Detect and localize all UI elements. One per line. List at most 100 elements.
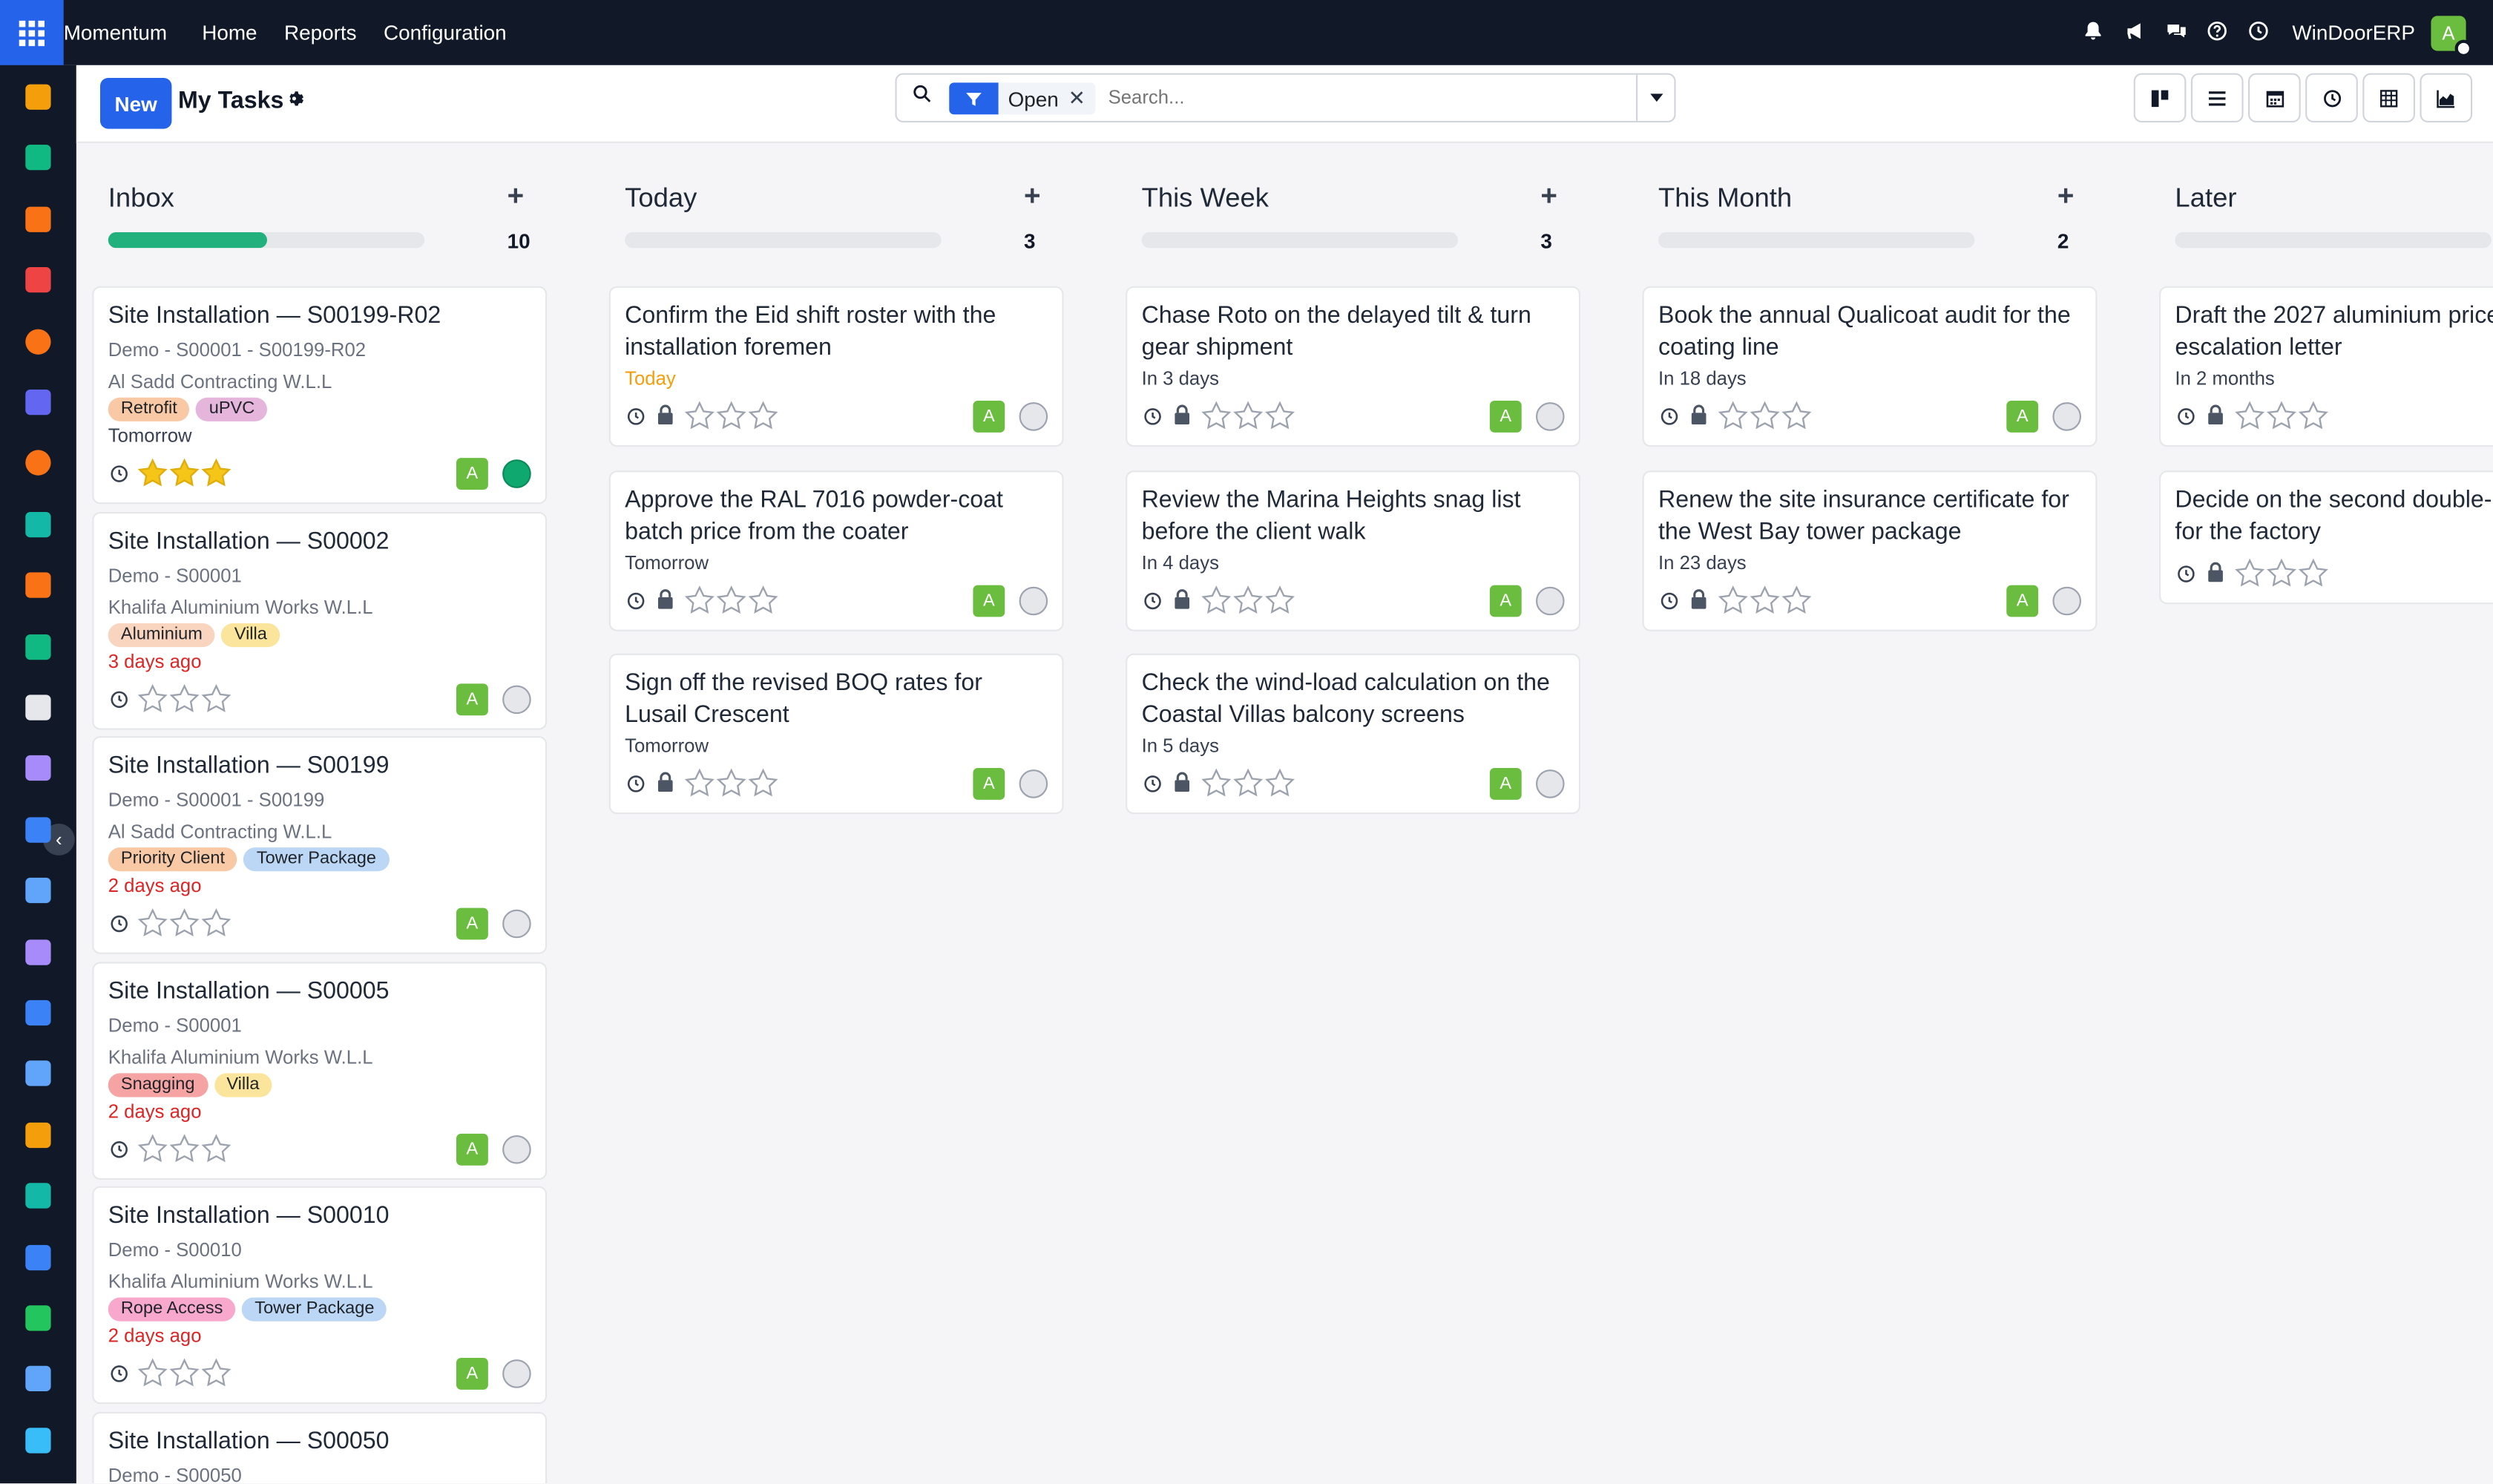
- star-empty-icon[interactable]: [2297, 557, 2329, 586]
- star-empty-icon[interactable]: [1781, 401, 1813, 430]
- add-card-icon[interactable]: +: [1540, 180, 1557, 213]
- clock-icon[interactable]: [1660, 591, 1679, 610]
- state-indicator[interactable]: [2052, 585, 2081, 615]
- kanban-card[interactable]: Sign off the revised BOQ rates for Lusai…: [608, 653, 1064, 815]
- kanban-card[interactable]: Site Installation — S00010 Demo - S00010 K…: [92, 1186, 548, 1405]
- add-card-icon[interactable]: +: [1024, 180, 1041, 213]
- clock-icon[interactable]: [2239, 20, 2280, 45]
- star-empty-icon[interactable]: [2234, 557, 2266, 586]
- chat-icon[interactable]: [2155, 20, 2197, 45]
- state-indicator[interactable]: [1019, 585, 1048, 615]
- crm-app-icon[interactable]: [25, 267, 51, 293]
- search-icon[interactable]: [913, 85, 932, 104]
- company-switcher[interactable]: WinDoorERP: [2292, 21, 2415, 45]
- star-empty-icon[interactable]: [747, 401, 779, 430]
- star-empty-icon[interactable]: [715, 584, 747, 614]
- star-empty-icon[interactable]: [200, 1133, 232, 1162]
- website-app-icon[interactable]: [25, 1427, 51, 1454]
- state-indicator[interactable]: [502, 909, 531, 939]
- clock-icon[interactable]: [110, 1139, 129, 1158]
- column-title[interactable]: This Month: [1658, 183, 1792, 214]
- star-empty-icon[interactable]: [200, 1358, 232, 1387]
- star-empty-icon[interactable]: [1232, 401, 1264, 430]
- graph-view-button[interactable]: [2420, 73, 2473, 122]
- star-empty-icon[interactable]: [683, 401, 715, 430]
- star-empty-icon[interactable]: [200, 683, 232, 712]
- column-title[interactable]: Later: [2175, 183, 2236, 214]
- assignee-avatar[interactable]: A: [2006, 401, 2039, 433]
- new-button[interactable]: New: [100, 78, 172, 129]
- assignee-avatar[interactable]: A: [456, 683, 488, 715]
- star-empty-icon[interactable]: [1200, 768, 1232, 797]
- star-empty-icon[interactable]: [137, 1358, 168, 1387]
- star-empty-icon[interactable]: [1232, 584, 1264, 614]
- manufacturing-app-icon[interactable]: [25, 939, 51, 965]
- clock-icon[interactable]: [1660, 407, 1679, 427]
- kanban-view-button[interactable]: [2133, 73, 2187, 122]
- add-card-icon[interactable]: +: [508, 180, 525, 213]
- helpdesk-app-icon[interactable]: [25, 328, 51, 354]
- assignee-avatar[interactable]: A: [456, 458, 488, 490]
- team-app-icon[interactable]: [25, 1061, 51, 1087]
- clock-icon[interactable]: [626, 591, 646, 610]
- state-indicator[interactable]: [1019, 402, 1048, 431]
- app-switcher-button[interactable]: [0, 0, 64, 65]
- employees-app-icon[interactable]: [25, 634, 51, 660]
- star-empty-icon[interactable]: [2297, 401, 2329, 430]
- star-empty-icon[interactable]: [168, 1133, 200, 1162]
- calendar-app-icon[interactable]: [25, 1122, 51, 1148]
- kanban-card[interactable]: Site Installation — S00199 Demo - S00001 …: [92, 736, 548, 954]
- column-title[interactable]: Today: [625, 183, 697, 214]
- invoicing-app-icon[interactable]: [25, 999, 51, 1026]
- state-indicator[interactable]: [1019, 769, 1048, 798]
- pivot-view-button[interactable]: [2362, 73, 2415, 122]
- star-empty-icon[interactable]: [1749, 584, 1781, 614]
- user-avatar[interactable]: A: [2431, 15, 2473, 57]
- state-indicator[interactable]: [2052, 402, 2081, 431]
- email-marketing-app-icon[interactable]: [25, 390, 51, 416]
- state-indicator[interactable]: [1536, 402, 1565, 431]
- live-chat-app-icon[interactable]: [25, 450, 51, 476]
- knowledge-app-icon[interactable]: [25, 878, 51, 904]
- assignee-avatar[interactable]: A: [2006, 584, 2039, 617]
- clock-icon[interactable]: [110, 689, 129, 709]
- sign-app-icon[interactable]: [25, 511, 51, 537]
- star-empty-icon[interactable]: [683, 768, 715, 797]
- star-empty-icon[interactable]: [137, 908, 168, 937]
- discuss-app-icon[interactable]: [25, 84, 51, 110]
- kanban-card[interactable]: Site Installation — S00199-R02 Demo - S00…: [92, 286, 548, 505]
- spreadsheet-app-icon[interactable]: [25, 1244, 51, 1270]
- star-empty-icon[interactable]: [137, 683, 168, 712]
- clock-icon[interactable]: [1143, 591, 1163, 610]
- state-indicator[interactable]: [502, 1359, 531, 1388]
- star-filled-icon[interactable]: [137, 458, 168, 487]
- column-title[interactable]: Inbox: [108, 183, 174, 214]
- assignee-avatar[interactable]: A: [1489, 401, 1522, 433]
- kanban-card[interactable]: Approve the RAL 7016 powder-coat batch p…: [608, 470, 1064, 631]
- star-empty-icon[interactable]: [200, 908, 232, 937]
- kanban-card[interactable]: Renew the site insurance certificate for…: [1642, 470, 2098, 631]
- megaphone-icon[interactable]: [2114, 20, 2155, 45]
- clock-icon[interactable]: [2177, 564, 2196, 583]
- star-empty-icon[interactable]: [2266, 401, 2298, 430]
- star-empty-icon[interactable]: [137, 1133, 168, 1162]
- clock-icon[interactable]: [110, 464, 129, 484]
- clock-icon[interactable]: [110, 1365, 129, 1384]
- contacts-app-icon[interactable]: [25, 145, 51, 171]
- bell-icon[interactable]: [2073, 20, 2115, 45]
- assignee-avatar[interactable]: A: [1489, 584, 1522, 617]
- assignee-avatar[interactable]: A: [456, 1132, 488, 1165]
- inventory-app-icon[interactable]: [25, 695, 51, 720]
- kanban-card[interactable]: Chase Roto on the delayed tilt & turn ge…: [1126, 286, 1580, 447]
- star-empty-icon[interactable]: [1717, 584, 1749, 614]
- clock-icon[interactable]: [110, 914, 129, 933]
- clock-icon[interactable]: [1143, 407, 1163, 427]
- todo-app-icon[interactable]: [25, 816, 51, 843]
- menu-home[interactable]: Home: [202, 21, 257, 45]
- star-empty-icon[interactable]: [2266, 557, 2298, 586]
- kanban-card[interactable]: Site Installation — S00050 Demo - S00050: [92, 1411, 548, 1484]
- state-indicator[interactable]: [1536, 769, 1565, 798]
- kanban-card[interactable]: Check the wind-load calculation on the C…: [1126, 653, 1580, 815]
- column-progress-bar[interactable]: [625, 232, 942, 249]
- star-filled-icon[interactable]: [168, 458, 200, 487]
